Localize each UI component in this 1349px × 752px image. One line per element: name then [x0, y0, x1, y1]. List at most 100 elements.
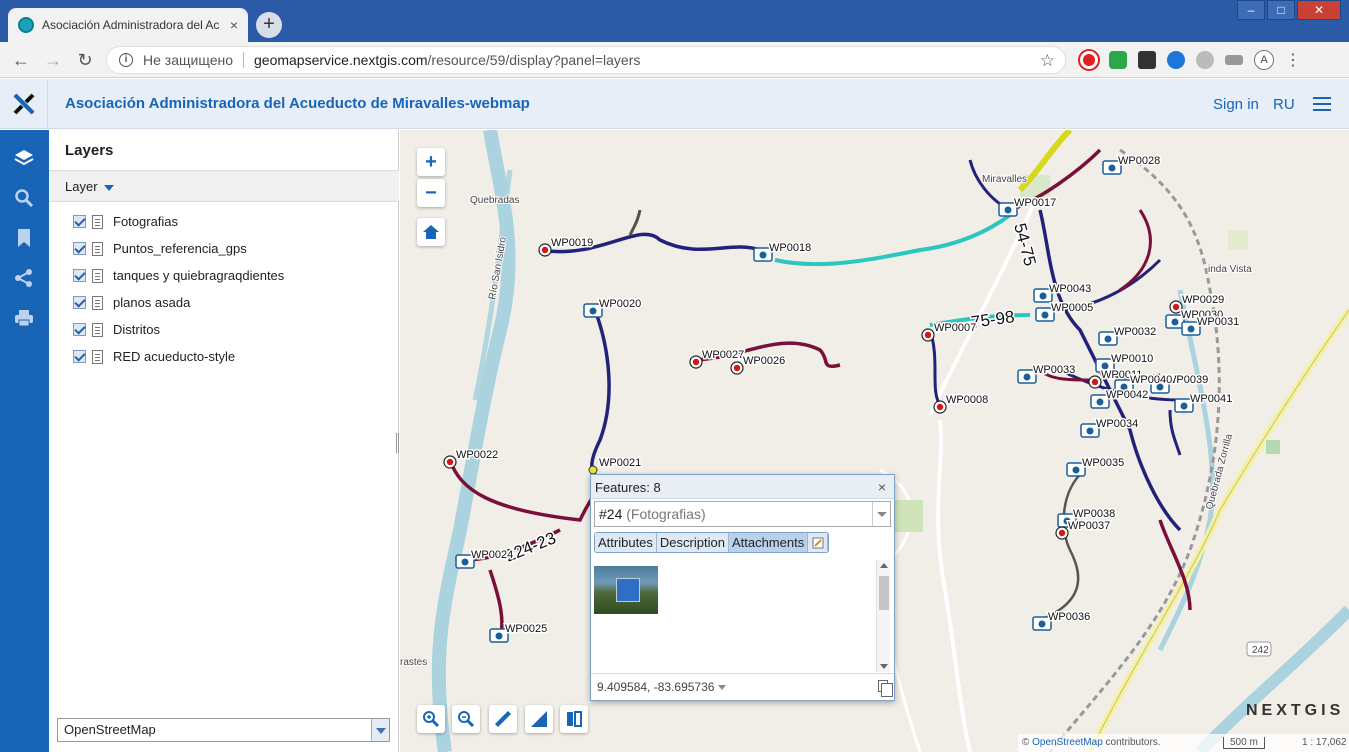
shield-ext-icon[interactable]: [1109, 51, 1127, 69]
reload-icon[interactable]: ↻: [74, 50, 96, 70]
layer-checkbox[interactable]: [73, 269, 86, 282]
opera-icon[interactable]: [1080, 51, 1098, 69]
measure-distance-button[interactable]: [489, 705, 517, 733]
share-icon[interactable]: [12, 266, 36, 290]
copy-icon[interactable]: [878, 680, 893, 697]
home-button[interactable]: [417, 218, 445, 246]
layer-checkbox[interactable]: [73, 215, 86, 228]
waypoint-marker[interactable]: WP0021: [588, 456, 643, 475]
layer-label: Distritos: [113, 322, 160, 337]
profile-avatar[interactable]: A: [1254, 50, 1274, 70]
layer-checkbox[interactable]: [73, 242, 86, 255]
menu-icon[interactable]: ⋮: [1285, 50, 1301, 70]
swipe-button[interactable]: [560, 705, 588, 733]
layer-item[interactable]: RED acueducto-style: [73, 343, 284, 370]
back-icon[interactable]: ←: [10, 50, 32, 70]
home-icon: [423, 225, 439, 239]
extension-icon[interactable]: [1138, 51, 1156, 69]
puzzle-icon[interactable]: [1196, 51, 1214, 69]
waypoint-label: WP0019: [551, 237, 593, 249]
minimize-icon[interactable]: –: [1237, 0, 1265, 20]
camera-marker[interactable]: WP0020: [583, 297, 643, 318]
layer-checkbox[interactable]: [73, 323, 86, 336]
cast-icon[interactable]: [1225, 55, 1243, 65]
feature-select[interactable]: #24 (Fotografias): [594, 501, 891, 527]
segment-label: 75-98: [970, 307, 1016, 332]
scroll-up-icon[interactable]: [880, 563, 888, 568]
new-tab-button[interactable]: +: [256, 12, 282, 38]
camera-marker[interactable]: WP0036: [1032, 610, 1092, 631]
camera-marker[interactable]: WP0025: [489, 622, 549, 643]
bookmark-star-icon[interactable]: ☆: [1040, 51, 1055, 71]
scroll-down-icon[interactable]: [880, 664, 888, 669]
chevron-down-icon[interactable]: [371, 719, 389, 741]
chevron-down-icon[interactable]: [872, 502, 890, 526]
basemap-select[interactable]: OpenStreetMap: [57, 718, 390, 742]
print-icon[interactable]: [12, 306, 36, 330]
sidebar-rail: [0, 130, 49, 752]
camera-marker[interactable]: WP0042: [1090, 388, 1150, 409]
camera-marker[interactable]: WP0018: [753, 241, 813, 262]
waypoint-label: WP0040: [1130, 374, 1172, 386]
scroll-thumb[interactable]: [879, 576, 889, 610]
chevron-down-icon[interactable]: [718, 685, 727, 691]
waypoint-label: WP0005: [1051, 302, 1093, 314]
waypoint-label: WP0022: [456, 449, 498, 461]
bookmark-icon[interactable]: [12, 226, 36, 250]
zoom-in-tool-button[interactable]: [417, 705, 445, 733]
waypoint-label: WP0007: [934, 322, 976, 334]
basemap-value: OpenStreetMap: [64, 722, 156, 737]
attachment-thumbnail[interactable]: [594, 566, 658, 614]
map-attribution: © OpenStreetMap contributors. 500 m 1 : …: [1018, 734, 1349, 752]
close-icon[interactable]: ×: [878, 479, 886, 495]
camera-marker[interactable]: WP0024: [455, 548, 515, 569]
signin-link[interactable]: Sign in: [1213, 96, 1259, 113]
zoom-out-button[interactable]: −: [417, 179, 445, 207]
layer-checkbox[interactable]: [73, 350, 86, 363]
window-close-icon[interactable]: ✕: [1297, 0, 1341, 20]
hamburger-menu-icon[interactable]: [1313, 97, 1331, 111]
zoom-in-button[interactable]: +: [417, 148, 445, 176]
vpn-icon[interactable]: [1167, 51, 1185, 69]
address-bar[interactable]: i Не защищено geomapservice.nextgis.com/…: [106, 46, 1066, 74]
layer-header-label: Layer: [65, 179, 98, 194]
popup-tabs: Attributes Description Attachments: [594, 532, 830, 553]
zoom-out-tool-button[interactable]: [452, 705, 480, 733]
camera-marker[interactable]: WP0043: [1033, 282, 1093, 303]
language-switch[interactable]: RU: [1273, 96, 1295, 113]
waypoint-marker[interactable]: WP0008: [933, 393, 990, 414]
edit-icon[interactable]: [808, 533, 829, 552]
layers-icon[interactable]: [12, 146, 36, 170]
layer-checkbox[interactable]: [73, 296, 86, 309]
panel-splitter[interactable]: [396, 433, 399, 453]
camera-marker[interactable]: WP0035: [1066, 456, 1126, 477]
layer-item[interactable]: Distritos: [73, 316, 284, 343]
osm-link[interactable]: OpenStreetMap: [1032, 737, 1103, 748]
info-icon[interactable]: i: [119, 53, 133, 67]
browser-tab[interactable]: Asociación Administradora del Ac ×: [8, 8, 248, 42]
layer-item[interactable]: Puntos_referencia_gps: [73, 235, 284, 262]
layer-item[interactable]: tanques y quiebragraqdientes: [73, 262, 284, 289]
search-icon[interactable]: [12, 186, 36, 210]
maximize-icon[interactable]: □: [1267, 0, 1295, 20]
nextgis-logo-icon[interactable]: [0, 79, 48, 129]
forward-icon[interactable]: →: [42, 50, 64, 70]
tab-attributes[interactable]: Attributes: [595, 533, 657, 552]
tab-description[interactable]: Description: [656, 533, 729, 552]
extension-icons: A ⋮: [1080, 50, 1301, 70]
measure-area-button[interactable]: [525, 705, 553, 733]
camera-marker[interactable]: WP0005: [1035, 301, 1095, 322]
tab-close-icon[interactable]: ×: [230, 17, 238, 33]
tab-attachments[interactable]: Attachments: [728, 533, 809, 552]
popup-footer: 9.409584, -83.695736: [591, 673, 894, 700]
url-text: geomapservice.nextgis.com/resource/59/di…: [254, 52, 640, 68]
camera-marker[interactable]: WP0032: [1098, 325, 1158, 346]
layer-column-header[interactable]: Layer: [49, 170, 399, 202]
scrollbar[interactable]: [876, 560, 890, 672]
layer-item[interactable]: Fotografias: [73, 208, 284, 235]
layer-item[interactable]: planos asada: [73, 289, 284, 316]
place-label: Miravalles: [982, 174, 1027, 185]
camera-marker[interactable]: WP0028: [1102, 154, 1162, 175]
waypoint-label: WP0037: [1068, 520, 1110, 532]
browser-titlebar: Asociación Administradora del Ac × + – □…: [0, 0, 1349, 42]
